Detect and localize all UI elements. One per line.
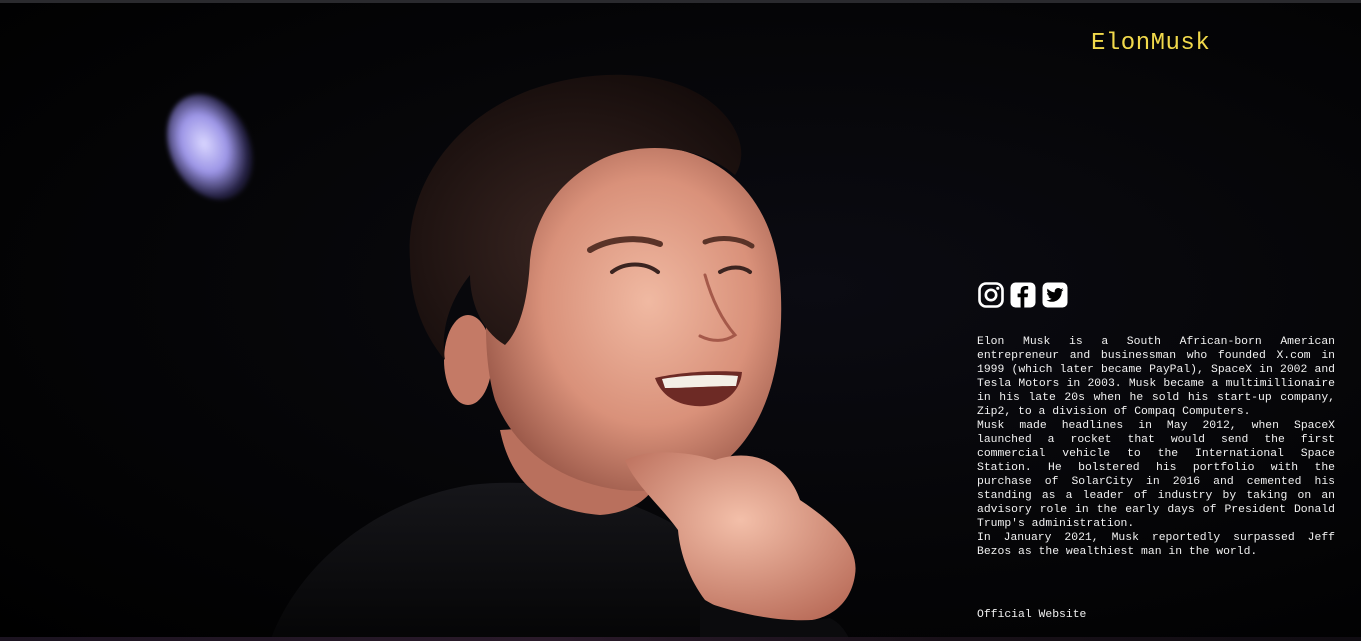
bottom-strip (0, 637, 1361, 641)
official-website-link[interactable]: Official Website (977, 609, 1086, 621)
hero-photo (0, 0, 960, 641)
bio-text: Elon Musk is a South African-born Americ… (977, 335, 1335, 559)
bio-paragraph-3: In January 2021, Musk reportedly surpass… (977, 532, 1335, 558)
social-links (977, 281, 1069, 309)
bio-paragraph-2: Musk made headlines in May 2012, when Sp… (977, 420, 1335, 530)
bio-paragraph-1: Elon Musk is a South African-born Americ… (977, 336, 1335, 418)
site-logo[interactable]: ElonMusk (1091, 30, 1210, 57)
facebook-icon[interactable] (1009, 281, 1037, 309)
twitter-icon[interactable] (1041, 281, 1069, 309)
instagram-icon[interactable] (977, 281, 1005, 309)
ear (444, 315, 492, 405)
portrait-illustration (270, 74, 856, 641)
page-root: ElonMusk Elon Musk is a South African-bo… (0, 0, 1361, 641)
